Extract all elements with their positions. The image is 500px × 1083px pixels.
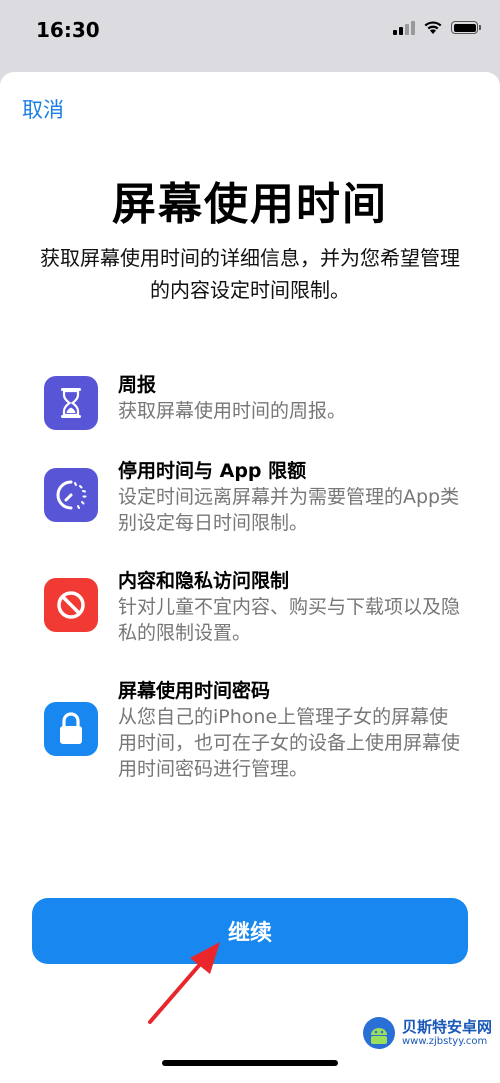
feature-title: 停用时间与 App 限额 (118, 460, 307, 482)
feature-title: 周报 (118, 374, 157, 396)
battery-icon (451, 21, 481, 34)
watermark-url: www.zjbstyy.com (401, 1036, 488, 1047)
feature-text: 屏幕使用时间密码 从您自己的iPhone上管理子女的屏幕使用时间，也可在子女的设… (118, 678, 464, 782)
feature-title: 屏幕使用时间密码 (118, 680, 271, 702)
watermark-text: 贝斯特安卓网 www.zjbstyy.com (402, 1018, 492, 1048)
restriction-icon (44, 578, 98, 632)
home-indicator (162, 1060, 338, 1066)
feature-text: 停用时间与 App 限额 设定时间远离屏幕并为需要管理的App类别设定每日时间限… (118, 458, 464, 536)
page-title: 屏幕使用时间 (112, 179, 388, 230)
lock-icon (44, 702, 98, 756)
hourglass-icon (44, 376, 98, 430)
feature-text: 周报 获取屏幕使用时间的周报。 (118, 372, 464, 424)
cancel-button[interactable]: 取消 (22, 94, 64, 124)
page-subtitle: 获取屏幕使用时间的详细信息，并为您希望管理的内容设定时间限制。 (40, 246, 460, 302)
continue-button[interactable]: 继续 (32, 898, 468, 964)
feature-desc: 从您自己的iPhone上管理子女的屏幕使用时间，也可在子女的设备上使用屏幕使用时… (118, 706, 461, 780)
feature-title: 内容和隐私访问限制 (118, 570, 290, 592)
cellular-signal-icon (393, 20, 415, 35)
feature-desc: 针对儿童不宜内容、购买与下载项以及隐私的限制设置。 (118, 596, 461, 644)
status-time: 16:30 (36, 18, 100, 42)
android-robot-icon (362, 1017, 395, 1049)
continue-label: 继续 (227, 921, 272, 946)
feature-desc: 设定时间远离屏幕并为需要管理的App类别设定每日时间限制。 (118, 486, 460, 534)
feature-desc: 获取屏幕使用时间的周报。 (118, 400, 347, 422)
watermark-name: 贝斯特安卓网 (401, 1018, 492, 1036)
status-bar: 16:30 (0, 0, 500, 62)
watermark: 贝斯特安卓网 www.zjbstyy.com (362, 1016, 492, 1050)
downtime-icon (44, 468, 98, 522)
wifi-icon (424, 21, 442, 34)
status-icons (393, 20, 481, 35)
screen-time-sheet: 取消 屏幕使用时间 获取屏幕使用时间的详细信息，并为您希望管理的内容设定时间限制… (0, 72, 500, 1083)
feature-text: 内容和隐私访问限制 针对儿童不宜内容、购买与下载项以及隐私的限制设置。 (118, 568, 464, 646)
screen: 16:30 取消 屏幕使用时间 获取屏幕使用时间的详细信息，并为您希望管理的内容… (0, 0, 500, 1083)
